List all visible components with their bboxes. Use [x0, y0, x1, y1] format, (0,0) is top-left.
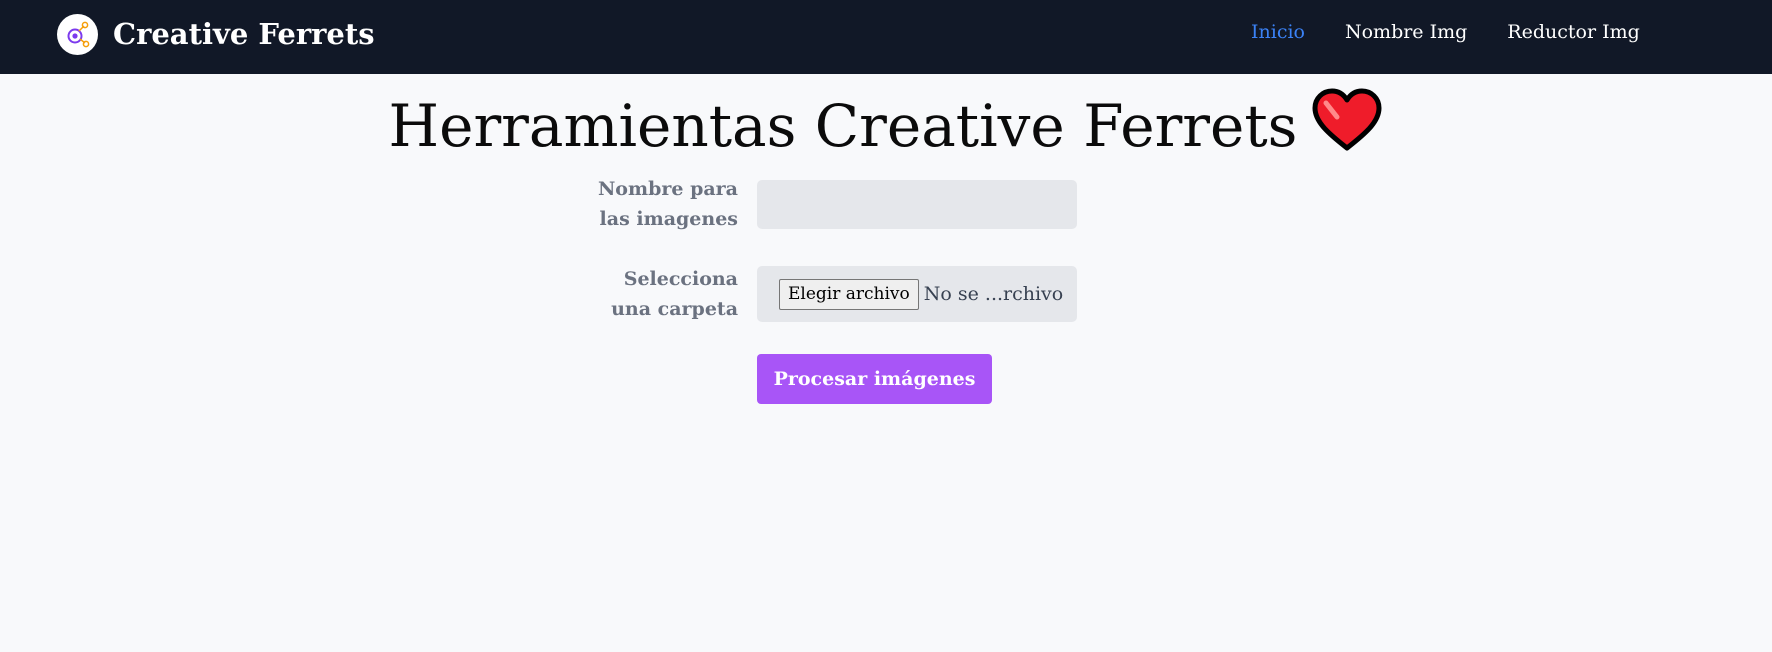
folder-file-input: Elegir archivo No se ...rchivo: [757, 266, 1077, 322]
page-title-text: Herramientas Creative Ferrets: [388, 92, 1298, 160]
nav-link-reductor-img[interactable]: Reductor Img: [1507, 21, 1639, 43]
ferret-logo-icon: [57, 13, 98, 55]
image-name-input[interactable]: [757, 180, 1077, 229]
brand-link[interactable]: Creative Ferrets: [57, 13, 375, 55]
folder-label: Selecciona una carpeta: [611, 264, 738, 324]
name-label-line1: Nombre para: [597, 178, 738, 200]
nav-links: Inicio Nombre Img Reductor Img: [1251, 21, 1680, 43]
folder-label-line2: una carpeta: [611, 298, 738, 320]
folder-label-line1: Selecciona: [623, 268, 738, 290]
file-status-text: No se ...rchivo: [923, 283, 1064, 305]
process-images-button[interactable]: Procesar imágenes: [757, 354, 992, 404]
red-heart-icon: [1311, 88, 1383, 168]
choose-file-button[interactable]: Elegir archivo: [779, 278, 919, 310]
page-title: Herramientas Creative Ferrets: [0, 88, 1772, 168]
brand-name: Creative Ferrets: [113, 17, 375, 51]
navbar: Creative Ferrets Inicio Nombre Img Reduc…: [0, 0, 1772, 74]
name-label-line2: las imagenes: [599, 208, 738, 230]
nav-link-inicio[interactable]: Inicio: [1251, 21, 1305, 43]
nav-link-nombre-img[interactable]: Nombre Img: [1345, 21, 1467, 43]
name-label: Nombre para las imagenes: [598, 174, 738, 234]
